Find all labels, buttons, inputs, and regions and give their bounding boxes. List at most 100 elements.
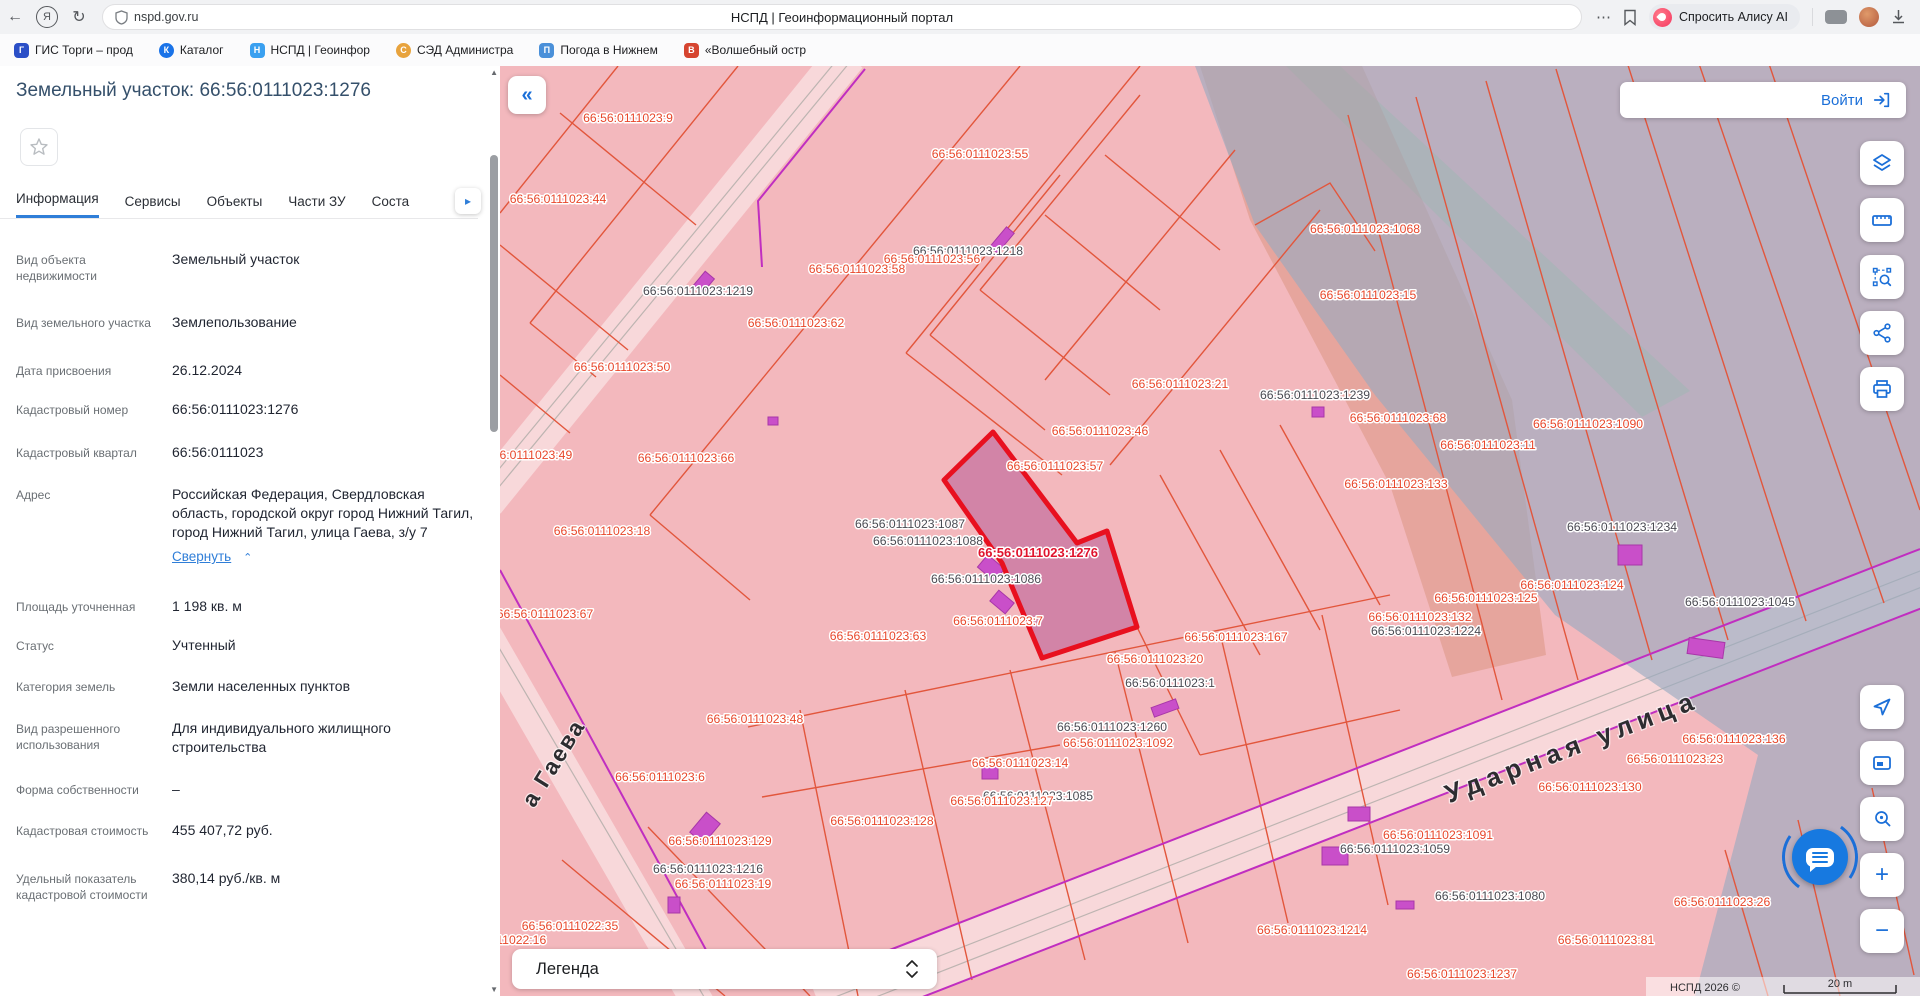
field-row: Кадастровый квартал 66:56:0111023 (16, 443, 474, 462)
field-label: Вид земельного участка (16, 313, 158, 332)
bookmark-label: Погода в Нижнем (560, 43, 658, 57)
parcel-label: 66:56:0111023:1239 (1260, 388, 1370, 402)
field-label: Вид разрешенного использования (16, 719, 158, 757)
tab-objects[interactable]: Объекты (207, 194, 263, 218)
collapse-panel-button[interactable]: « (508, 76, 546, 114)
favicon: В (684, 43, 699, 58)
parcel-label: 66:56:0111023:62 (748, 316, 845, 330)
favicon: С (396, 43, 411, 58)
parcel-label: 66:56:0111023:11 (1440, 438, 1536, 452)
map-attribution: НСПД 2026 © (1670, 982, 1740, 994)
favicon: К (159, 43, 174, 58)
parcel-label: 66:56:0111023:167 (1184, 630, 1287, 644)
field-row: Площадь уточненная 1 198 кв. м (16, 597, 474, 616)
area-search-icon (1871, 266, 1893, 288)
ask-alice-button[interactable]: Спросить Алису AI (1649, 4, 1800, 30)
download-icon[interactable] (1891, 9, 1906, 25)
ruler-tool-button[interactable] (1860, 198, 1904, 242)
zoom-in-button[interactable]: + (1860, 853, 1904, 897)
parcel-label: 66:56:0111023:15 (1320, 288, 1417, 302)
field-row: Вид земельного участка Землепользование (16, 313, 474, 332)
parcel-label: 66:56:0111023:14 (972, 756, 1069, 770)
favicon: Г (14, 43, 29, 58)
zoom-out-button[interactable]: − (1860, 909, 1904, 953)
parcel-label: 66:56:0111023:1068 (1310, 222, 1420, 236)
layers-tool-button[interactable] (1860, 141, 1904, 185)
field-label: Площадь уточненная (16, 597, 158, 616)
bookmark-icon[interactable] (1623, 9, 1637, 26)
tab-information[interactable]: Информация (16, 191, 99, 218)
field-label: Дата присвоения (16, 361, 158, 380)
bookmark-label: ГИС Торги – прод (35, 43, 133, 57)
divider (0, 218, 478, 219)
chat-button[interactable] (1792, 829, 1848, 885)
legend-label: Легенда (536, 960, 599, 979)
field-value: Землепользование (158, 313, 474, 332)
favicon: Н (250, 43, 265, 58)
tabs-scroll-right-button[interactable]: ▸ (455, 188, 481, 214)
parcel-label: 66:56:0111023:132 (1368, 610, 1471, 624)
print-tool-button[interactable] (1860, 367, 1904, 411)
field-row-address: Адрес Российская Федерация, Свердловская… (16, 485, 474, 568)
parcel-label: 66:56:0111023:125 (1434, 591, 1537, 605)
back-icon[interactable]: ← (0, 8, 30, 26)
parcel-label: 66:56:0111023:1087 (855, 517, 965, 531)
alice-icon (1653, 8, 1672, 27)
bookmark-item[interactable]: В «Волшебный остр (684, 43, 806, 58)
location-search-tool-button[interactable] (1860, 797, 1904, 841)
field-label: Форма собственности (16, 780, 158, 799)
collapse-address-link[interactable]: Свернуть (172, 549, 231, 564)
more-icon[interactable]: ⋯ (1596, 8, 1611, 26)
field-value: Земли населенных пунктов (158, 677, 474, 696)
panel-scroll-up-icon[interactable]: ▲ (490, 68, 498, 77)
bookmark-item[interactable]: С СЭД Администра (396, 43, 513, 58)
refresh-icon[interactable]: ↻ (64, 7, 94, 27)
profile-avatar[interactable] (1859, 7, 1879, 27)
field-value: 1 198 кв. м (158, 597, 474, 616)
field-label: Вид объекта недвижимости (16, 250, 158, 284)
bookmark-item[interactable]: Н НСПД | Геоинфор (250, 43, 370, 58)
field-row: Категория земель Земли населенных пункто… (16, 677, 474, 696)
bookmark-item[interactable]: Г ГИС Торги – прод (14, 43, 133, 58)
login-button[interactable]: Войти (1620, 82, 1906, 118)
panel-scroll-down-icon[interactable]: ▼ (490, 985, 498, 994)
cadastral-map[interactable]: 66:56:0111023:966:56:0111023:5566:56:011… (500, 66, 1920, 996)
field-value: – (158, 780, 474, 799)
bookmark-item[interactable]: К Каталог (159, 43, 224, 58)
geolocation-tool-button[interactable] (1860, 685, 1904, 729)
bookmark-item[interactable]: П Погода в Нижнем (539, 43, 658, 58)
tab-composition[interactable]: Соста (372, 194, 410, 218)
parcel-label: 66:56:0111023:128 (830, 814, 933, 828)
favorite-button[interactable] (20, 128, 58, 166)
parcel-label: 66:56:0111023:1 (1125, 676, 1215, 690)
area-search-tool-button[interactable] (1860, 255, 1904, 299)
parcel-label: 66:56:0111023:49 (500, 448, 572, 462)
parcel-label: 66:56:0111023:81 (1558, 933, 1655, 947)
parcel-label: 66:56:0111023:1045 (1685, 595, 1795, 609)
field-label: Адрес (16, 485, 158, 568)
address-bar[interactable]: nspd.gov.ru НСПД | Геоинформационный пор… (102, 4, 1582, 30)
star-icon (29, 137, 49, 157)
divider (1812, 8, 1813, 26)
parcel-label: 66:56:0111023:7 (953, 614, 1043, 628)
field-value: Земельный участок (158, 250, 474, 284)
parcel-label: 66:56:0111023:1214 (1257, 923, 1367, 937)
field-value: 380,14 руб./кв. м (158, 869, 474, 903)
parcel-label: 66:56:0111023:1059 (1340, 842, 1450, 856)
parcel-label: 66:56:0111022:16 (500, 933, 546, 947)
share-tool-button[interactable] (1860, 311, 1904, 355)
toolbar-right: ⋯ Спросить Алису AI (1582, 4, 1920, 30)
parcel-label: 66:56:0111023:50 (574, 360, 671, 374)
yandex-browser-icon[interactable]: Я (36, 6, 58, 28)
legend-toggle[interactable]: Легенда (512, 949, 937, 989)
tab-services[interactable]: Сервисы (125, 194, 181, 218)
chevron-up-icon[interactable]: ⌃ (243, 552, 252, 564)
location-search-icon (1871, 808, 1893, 830)
panel-scrollbar[interactable] (490, 155, 498, 432)
parcel-label: 66:56:0111023:1224 (1371, 624, 1481, 638)
sidebar-panel-icon[interactable] (1825, 10, 1847, 24)
overview-map-tool-button[interactable] (1860, 741, 1904, 785)
map-area[interactable]: 66:56:0111023:966:56:0111023:5566:56:011… (500, 66, 1920, 996)
field-label: Кадастровый номер (16, 400, 158, 419)
tab-parcel-parts[interactable]: Части ЗУ (288, 194, 345, 218)
